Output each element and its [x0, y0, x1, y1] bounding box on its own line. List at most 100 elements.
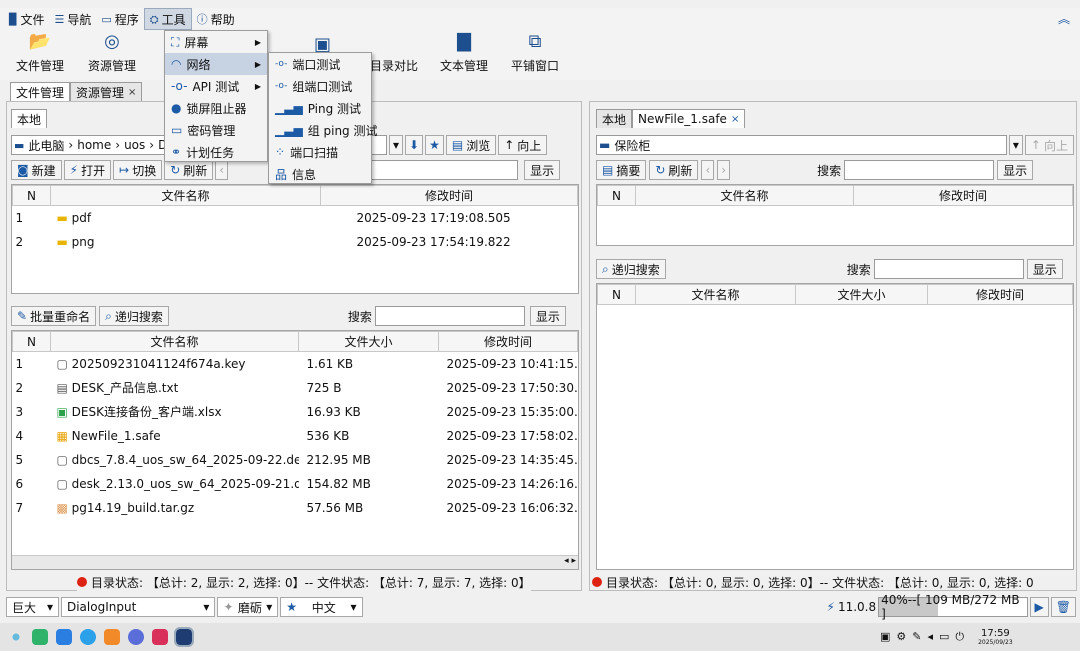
location-dropdown-button[interactable]: ▾ [1008, 135, 1023, 155]
terminal-icon[interactable] [32, 629, 48, 645]
menu-item-ping-test[interactable]: ▁▃▅ Ping 测试 [269, 97, 371, 119]
menu-item-schedule[interactable]: ⚭ 计划任务 [165, 141, 267, 163]
menu-tools[interactable]: ⛭ 工具 [143, 8, 192, 30]
batch-rename-button[interactable]: ✎ 批量重命名 [11, 306, 97, 326]
refresh-button[interactable]: ↻ 刷新 [164, 160, 214, 180]
new-button[interactable]: ◙ 新建 [11, 160, 62, 180]
vault-search-input[interactable] [844, 160, 995, 180]
menu-item-info[interactable]: 品信息 [269, 163, 371, 185]
tray-icons[interactable]: ▣⚙✎◂▭⏻ [880, 630, 970, 644]
column-header[interactable]: N [597, 185, 636, 206]
show-button[interactable]: 显示 [997, 160, 1034, 180]
column-header[interactable]: 文件名称 [50, 331, 299, 352]
menu-item-port-test[interactable]: -o- 端口测试 [269, 53, 371, 75]
table-row[interactable]: 3 ▣ DESK连接备份_客户端.xlsx 16.93 KB 2025-09-23 1… [13, 400, 578, 424]
tab-resource-manager[interactable]: 资源管理 × [70, 82, 143, 101]
trash-button[interactable]: 🗑 [1050, 597, 1076, 617]
menu-item-password[interactable]: ▭ 密码管理 [165, 119, 267, 141]
column-header[interactable]: 修改时间 [438, 331, 578, 352]
browse-button[interactable]: ▤ 浏览 [445, 135, 497, 155]
show-button[interactable]: 显示 [1026, 259, 1063, 279]
menu-navigate[interactable]: ☰ 导航 [49, 8, 96, 30]
forward-button[interactable]: › [717, 160, 731, 180]
column-header[interactable]: 文件大小 [298, 331, 439, 352]
file-manager-button[interactable]: 📂 文件管理 [16, 30, 64, 78]
table-row[interactable]: 2 ▬ png 2025-09-23 17:54:19.822 [13, 230, 578, 254]
file-search-input[interactable] [374, 306, 525, 326]
back-button[interactable]: ‹ [215, 160, 229, 180]
column-header[interactable]: 修改时间 [320, 185, 578, 206]
column-header[interactable]: 文件名称 [635, 284, 796, 305]
tab-local[interactable]: 本地 [596, 109, 633, 128]
up-button[interactable]: ↑ 向上 [1024, 135, 1074, 155]
play-button[interactable]: ▶ [1029, 597, 1049, 617]
switch-button[interactable]: ↦ 切换 [113, 160, 163, 180]
font-select[interactable]: DialogInput ▾ [60, 597, 216, 617]
favorite-button[interactable]: ★ [425, 135, 444, 155]
vault-file-search-input[interactable] [873, 259, 1024, 279]
column-header[interactable]: 文件大小 [795, 284, 928, 305]
dir-compare-button[interactable]: ▣ 目录对比 [314, 30, 418, 78]
menu-item-lock-blocker[interactable]: ● 锁屏阻止器 [165, 97, 267, 119]
text-manager-button[interactable]: ▇ 文本管理 [440, 30, 488, 78]
recursive-search-button[interactable]: ⌕ 递归搜索 [99, 306, 169, 326]
browser-icon[interactable] [80, 629, 96, 645]
table-row[interactable]: 2 ▤ DESK_产品信息.txt 725 B 2025-09-23 17:50:30… [13, 376, 578, 400]
resource-manager-button[interactable]: ◎ 资源管理 [88, 30, 136, 78]
app-icon[interactable] [152, 629, 168, 645]
table-row[interactable]: 5 ▢ dbcs_7.8.4_uos_sw_64_2025-09-22.deb 21… [13, 448, 578, 472]
column-header[interactable]: 文件名称 [50, 185, 321, 206]
tile-windows-button[interactable]: ⧉ 平铺窗口 [511, 30, 559, 78]
menu-help[interactable]: ⓘ 帮助 [192, 8, 240, 30]
back-button[interactable]: ‹ [701, 160, 715, 180]
clock[interactable]: 17:59 2025/09/23 [978, 628, 1013, 646]
size-select[interactable]: 巨大 ▾ [6, 597, 59, 617]
tab-local[interactable]: 本地 [11, 109, 48, 128]
show-button[interactable]: 显示 [529, 306, 566, 326]
menu-item-screen[interactable]: ⛶ 屏幕 ▶ [165, 31, 267, 53]
open-button[interactable]: ⚡ 打开 [63, 160, 112, 180]
table-row[interactable]: 4 ▦ NewFile_1.safe 536 KB 2025-09-23 17:58:… [13, 424, 578, 448]
column-header[interactable]: 文件名称 [635, 185, 854, 206]
column-header[interactable]: 修改时间 [853, 185, 1073, 206]
menu-item-group-port-test[interactable]: -o- 组端口测试 [269, 75, 371, 97]
table-row[interactable]: 1 ▢ 202509231041124f674a.key 1.61 KB 2025-0… [13, 352, 578, 376]
store-icon[interactable] [56, 629, 72, 645]
scroll-arrows-icon[interactable]: ◂ ▸ [564, 556, 576, 566]
recursive-search-button[interactable]: ⌕ 递归搜索 [596, 259, 666, 279]
column-header[interactable]: N [12, 331, 51, 352]
menu-program[interactable]: ▭ 程序 [96, 8, 143, 30]
download-button[interactable]: ⬇ [405, 135, 424, 155]
vault-location[interactable]: ▬ 保险柜 [596, 135, 1007, 155]
tab-newfile-safe[interactable]: NewFile_1.safe × [632, 109, 746, 128]
menu-file[interactable]: ▉ 文件 [4, 8, 49, 30]
show-button[interactable]: 显示 [524, 160, 561, 180]
launcher-icon[interactable] [8, 629, 24, 645]
column-header[interactable]: N [12, 185, 51, 206]
collapse-icon[interactable]: ︽ [1058, 10, 1070, 27]
language-select[interactable]: ★ 中文 ▾ [280, 597, 363, 617]
settings-icon[interactable] [128, 629, 144, 645]
menu-item-port-scan[interactable]: ⁘ 端口扫描 [269, 141, 371, 163]
column-header[interactable]: 修改时间 [927, 284, 1073, 305]
path-dropdown-button[interactable]: ▾ [389, 135, 404, 155]
table-row[interactable]: 1 ▬ pdf 2025-09-23 17:19:08.505 [13, 206, 578, 230]
menu-item-api-test[interactable]: -o- API 测试 ▶ [165, 75, 267, 97]
up-button[interactable]: ↑ 向上 [498, 135, 548, 155]
tab-file-manager[interactable]: 文件管理 [10, 82, 71, 101]
close-icon[interactable]: × [128, 87, 136, 98]
folder-icon: ▬ [56, 210, 68, 225]
active-app-icon[interactable] [174, 627, 194, 647]
refresh-button[interactable]: ↻ 刷新 [649, 160, 699, 180]
table-row[interactable]: 7 ▩ pg14.19_build.tar.gz 57.56 MB 2025-09-2… [13, 496, 578, 520]
theme-select[interactable]: ✦ 磨砺 ▾ [217, 597, 279, 617]
menu-item-network[interactable]: ◠ 网络 ▶ [165, 53, 267, 75]
menu-item-group-ping-test[interactable]: ▁▃▅ 组 ping 测试 [269, 119, 378, 141]
search-input[interactable] [368, 160, 519, 180]
horizontal-scrollbar[interactable]: ◂ ▸ [12, 555, 578, 569]
column-header[interactable]: N [597, 284, 636, 305]
close-icon[interactable]: × [731, 114, 739, 125]
files-icon[interactable] [104, 629, 120, 645]
table-row[interactable]: 6 ▢ desk_2.13.0_uos_sw_64_2025-09-21.deb 1… [13, 472, 578, 496]
summary-button[interactable]: ▤ 摘要 [596, 160, 647, 180]
